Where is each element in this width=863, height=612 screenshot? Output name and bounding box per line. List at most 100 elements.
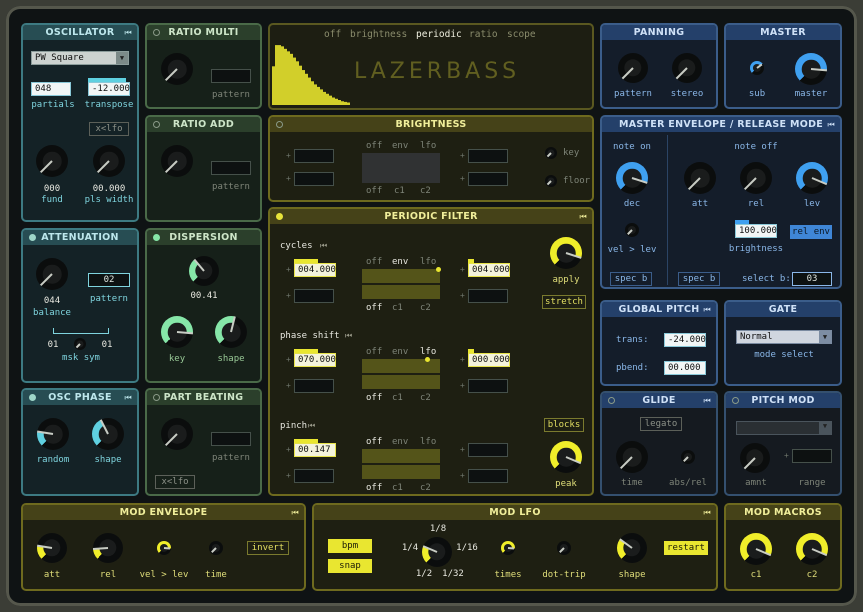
brightness-right-bottom-field[interactable] [468,172,508,186]
transpose-field[interactable]: -12.000 [88,82,130,96]
master-knob[interactable] [795,53,828,85]
pf-right-mod-field[interactable] [468,289,508,303]
periodic-filter-power-toggle[interactable] [276,213,283,220]
attenuation-power-toggle[interactable] [29,234,36,241]
key-knob[interactable] [161,316,194,348]
dispersion-power-toggle[interactable] [153,234,160,241]
pf-mod-dest-c2[interactable]: c2 [420,303,431,313]
fund-knob[interactable] [36,145,68,177]
gate-mode-select[interactable]: Normal ▼ [736,330,832,344]
brightness-mod-env[interactable]: env [392,141,408,151]
blocks-button[interactable]: blocks [544,418,584,432]
select-b-field[interactable]: 03 [792,272,832,286]
partials-field[interactable]: 048 [31,82,71,96]
times-knob[interactable] [501,541,515,555]
stretch-button[interactable]: stretch [542,295,586,309]
ratio-add-knob[interactable] [161,145,193,177]
pf-mod-dest-c1[interactable]: c1 [392,303,403,313]
macro-c1-knob[interactable] [740,533,772,565]
brightness-power-toggle[interactable] [276,121,283,128]
ratio-add-power-toggle[interactable] [153,121,160,128]
brightness-key-knob[interactable] [545,147,557,159]
row-menu-icon[interactable]: ⏮ [345,331,352,341]
pf-mod-dest-off[interactable]: off [366,393,382,403]
invert-button[interactable]: invert [247,541,289,555]
display-tab-scope[interactable]: scope [507,29,536,40]
pf-left-mod-field[interactable] [294,289,334,303]
rate-1-16[interactable]: 1/16 [454,543,480,553]
restart-button[interactable]: restart [664,541,708,555]
glide-time-knob[interactable] [616,441,648,473]
pf-mod-dest-c2[interactable]: c2 [420,393,431,403]
row-menu-icon[interactable]: ⏮ [320,241,327,251]
pf-mod-source-lfo[interactable]: lfo [420,347,436,357]
brightness-right-top-field[interactable] [468,149,508,163]
spec-b-button-2[interactable]: spec b [678,272,720,286]
brightness-mod-matrix[interactable] [362,153,440,183]
bpm-button[interactable]: bpm [328,539,372,553]
ratio-add-pattern-field[interactable] [211,161,251,175]
peak-knob[interactable] [550,441,582,473]
panel-menu-icon[interactable]: ⏮ [580,209,588,224]
pitch-amnt-knob[interactable] [740,443,770,473]
brightness-mod-lfo[interactable]: lfo [420,141,436,151]
pattern-field[interactable]: 02 [88,273,130,287]
pf-mod-dest-off[interactable]: off [366,303,382,313]
mod-att-knob[interactable] [37,533,67,563]
display-tab-off[interactable]: off [324,29,341,40]
pf-right-value-field[interactable] [468,443,508,457]
env-rel-knob[interactable] [740,162,772,194]
pf-mod-source-off[interactable]: off [366,257,382,267]
panel-menu-icon[interactable]: ⏮ [704,505,712,520]
display-tab-brightness[interactable]: brightness [350,29,407,40]
spec-b-button-1[interactable]: spec b [610,272,652,286]
pbend-field[interactable]: 00.000 [664,361,706,375]
brightness-mod-off2[interactable]: off [366,186,382,196]
pf-left-mod-field[interactable] [294,469,334,483]
env-att-knob[interactable] [684,162,716,194]
rate-1-4[interactable]: 1/4 [398,543,422,553]
pf-left-mod-field[interactable] [294,379,334,393]
pan-pattern-knob[interactable] [618,53,648,83]
panel-menu-icon[interactable]: ⏮ [704,302,712,317]
pitch-mod-power-toggle[interactable] [732,397,739,404]
pf-right-value-field[interactable]: 000.000 [468,353,510,367]
dot-trip-knob[interactable] [557,541,571,555]
mod-time-knob[interactable] [209,541,223,555]
lfo-rate-knob[interactable] [422,537,452,567]
pf-left-value-field[interactable]: 004.000 [294,263,336,277]
waveform-select[interactable]: PW Square ▼ [31,51,129,65]
panel-menu-icon[interactable]: ⏮ [125,25,133,40]
pf-mod-source-env[interactable]: env [392,437,408,447]
rate-1-8[interactable]: 1/8 [426,524,450,534]
vel-lev-knob[interactable] [625,223,639,237]
macro-c2-knob[interactable] [796,533,828,565]
pf-mod-source-lfo[interactable]: lfo [420,257,436,267]
panel-menu-icon[interactable]: ⏮ [828,117,836,132]
pitch-mod-select[interactable]: ▼ [736,421,832,435]
row-menu-icon[interactable]: ⏮ [308,421,315,431]
ratio-multi-power-toggle[interactable] [153,29,160,36]
pf-mod-dest-c2[interactable]: c2 [420,483,431,493]
display-tab-ratio[interactable]: ratio [469,29,498,40]
brightness-floor-knob[interactable] [545,175,557,187]
glide-power-toggle[interactable] [608,397,615,404]
mod-vel-knob[interactable] [157,541,171,555]
panel-menu-icon[interactable]: ⏮ [125,390,133,405]
stereo-knob[interactable] [672,53,702,83]
abs-rel-knob[interactable] [681,450,695,464]
part-beating-power-toggle[interactable] [153,394,160,401]
pf-mod-source-env[interactable]: env [392,347,408,357]
pf-mod-source-env[interactable]: env [392,257,408,267]
env-lev-knob[interactable] [796,162,828,194]
msk-sym-knob[interactable] [74,338,86,350]
pf-right-mod-field[interactable] [468,469,508,483]
balance-knob[interactable] [36,258,68,290]
pf-mod-dest-c1[interactable]: c1 [392,393,403,403]
osc-phase-power-toggle[interactable] [29,394,36,401]
pf-mod-source-lfo[interactable]: lfo [420,437,436,447]
legato-button[interactable]: legato [640,417,682,431]
env-brightness-field[interactable]: 100.000 [735,224,777,238]
brightness-mod-c1[interactable]: c1 [394,186,405,196]
dec-knob[interactable] [616,162,648,194]
